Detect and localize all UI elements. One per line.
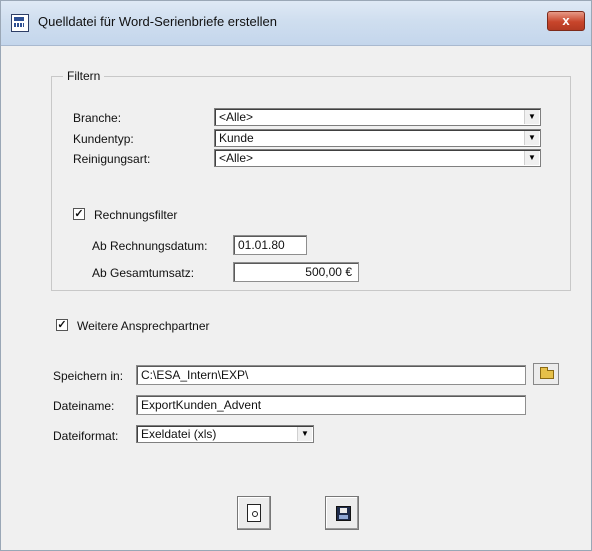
window-title: Quelldatei für Word-Serienbriefe erstell…	[38, 14, 277, 29]
save-button[interactable]	[325, 496, 359, 530]
branche-select[interactable]: <Alle> ▼	[214, 108, 541, 126]
save-disk-icon	[336, 506, 351, 521]
ab-rechnungsdatum-input[interactable]: 01.01.80	[233, 235, 307, 255]
rechnungsfilter-checkbox[interactable]: ✓	[73, 208, 85, 220]
chevron-down-icon[interactable]: ▼	[524, 110, 539, 124]
chevron-down-icon[interactable]: ▼	[524, 131, 539, 145]
weitere-ansprechpartner-label[interactable]: Weitere Ansprechpartner	[77, 319, 210, 333]
reinigungsart-select[interactable]: <Alle> ▼	[214, 149, 541, 167]
chevron-down-icon[interactable]: ▼	[524, 151, 539, 165]
folder-open-icon	[540, 367, 554, 379]
ab-rechnungsdatum-label: Ab Rechnungsdatum:	[92, 239, 208, 253]
kundentyp-select[interactable]: Kunde ▼	[214, 129, 541, 147]
title-bar[interactable]: Quelldatei für Word-Serienbriefe erstell…	[1, 1, 591, 46]
kundentyp-label: Kundentyp:	[73, 132, 134, 146]
reinigungsart-value: <Alle>	[219, 151, 254, 165]
close-button[interactable]: x	[547, 11, 585, 31]
branche-label: Branche:	[73, 111, 122, 125]
ab-gesamtumsatz-input[interactable]: 500,00 €	[233, 262, 359, 282]
dateiformat-select[interactable]: Exeldatei (xls) ▼	[136, 425, 314, 443]
branche-value: <Alle>	[219, 110, 254, 124]
reinigungsart-label: Reinigungsart:	[73, 152, 151, 166]
print-preview-icon	[247, 504, 261, 522]
speichern-in-label: Speichern in:	[53, 369, 124, 383]
dateiname-label: Dateiname:	[53, 399, 115, 413]
filter-legend: Filtern	[63, 69, 105, 83]
chevron-down-icon[interactable]: ▼	[297, 427, 312, 441]
speichern-in-value: C:\ESA_Intern\EXP\	[141, 368, 249, 382]
preview-button[interactable]	[237, 496, 271, 530]
rechnungsfilter-label[interactable]: Rechnungsfilter	[94, 208, 177, 222]
ab-gesamtumsatz-label: Ab Gesamtumsatz:	[92, 266, 195, 280]
weitere-ansprechpartner-checkbox[interactable]: ✓	[56, 319, 68, 331]
form-icon	[11, 14, 29, 32]
dateiname-value: ExportKunden_Advent	[141, 398, 262, 412]
ab-rechnungsdatum-value: 01.01.80	[238, 238, 285, 252]
speichern-in-input[interactable]: C:\ESA_Intern\EXP\	[136, 365, 526, 385]
browse-folder-button[interactable]	[533, 363, 559, 385]
dialog-window: Quelldatei für Word-Serienbriefe erstell…	[0, 0, 592, 551]
dateiformat-value: Exeldatei (xls)	[141, 427, 217, 441]
ab-gesamtumsatz-value: 500,00 €	[305, 265, 352, 279]
dateiformat-label: Dateiformat:	[53, 429, 119, 443]
dateiname-input[interactable]: ExportKunden_Advent	[136, 395, 526, 415]
kundentyp-value: Kunde	[219, 131, 254, 145]
